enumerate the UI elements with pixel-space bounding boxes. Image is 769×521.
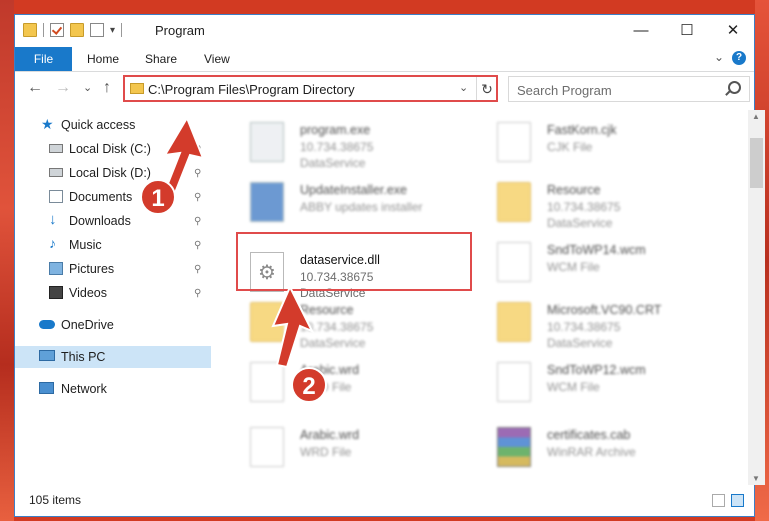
explorer-window: ▾ Program — ☐ ✕ File Home Share View ⌄ ?… bbox=[14, 14, 765, 517]
arrow-1 bbox=[163, 115, 205, 195]
arrow-2 bbox=[271, 284, 315, 369]
step-1-badge: 1 bbox=[140, 179, 176, 215]
annotation-arrows bbox=[163, 115, 315, 369]
desktop-background-left bbox=[0, 0, 14, 521]
step-2-badge: 2 bbox=[291, 367, 327, 403]
